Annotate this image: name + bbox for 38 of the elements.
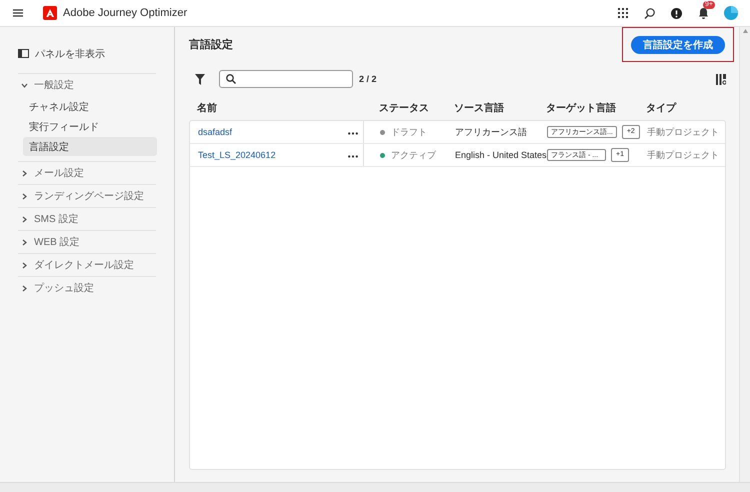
- status-text: アクティブ: [391, 148, 436, 162]
- section-header[interactable]: ダイレクトメール設定: [18, 254, 156, 276]
- column-header: 名前: [197, 102, 218, 115]
- name-link[interactable]: dsafadsf: [198, 127, 232, 137]
- section-header[interactable]: ランディングページ設定: [18, 185, 156, 207]
- status-text: ドラフト: [391, 126, 427, 138]
- section-header[interactable]: SMS 設定: [18, 208, 156, 230]
- section-header[interactable]: プッシュ設定: [18, 277, 156, 299]
- scrollbar[interactable]: [739, 27, 750, 482]
- page-title: 言語設定: [189, 38, 233, 52]
- source-language: アフリカーンス語: [455, 126, 528, 138]
- avatar-icon[interactable]: [724, 6, 738, 20]
- result-count: 2 / 2: [359, 74, 377, 84]
- name-link[interactable]: Test_LS_20240612: [198, 150, 276, 160]
- column-header: タイプ: [646, 101, 678, 115]
- hide-panel-button[interactable]: パネルを非表示: [18, 35, 111, 73]
- bell-icon: [698, 7, 709, 19]
- scrollbar[interactable]: [0, 482, 750, 492]
- sidebar-item[interactable]: 言語設定: [23, 137, 157, 156]
- search-field[interactable]: [219, 70, 353, 88]
- create-button[interactable]: 言語設定を作成: [631, 36, 725, 54]
- section-header[interactable]: WEB 設定: [18, 231, 156, 253]
- column-settings-icon[interactable]: [716, 74, 726, 84]
- type-text: 手動プロジェクト: [647, 148, 720, 162]
- sidebar-item[interactable]: チャネル設定: [23, 97, 157, 116]
- column-header: ターゲット言語: [546, 101, 617, 115]
- section-header[interactable]: 一般設定: [18, 74, 156, 96]
- search-icon: [226, 74, 236, 84]
- filter-icon[interactable]: [195, 74, 205, 84]
- logo-icon: [43, 6, 57, 20]
- sidebar-item[interactable]: 実行フィールド: [23, 117, 157, 136]
- section-header[interactable]: メール設定: [18, 162, 156, 184]
- column-header: ソース言語: [454, 101, 505, 115]
- app-title: Adobe Journey Optimizer: [63, 7, 188, 19]
- column-header: ステータス: [379, 102, 430, 115]
- panel-icon: [18, 49, 29, 58]
- type-text: 手動プロジェクト: [647, 126, 720, 138]
- source-language: English - United States: [455, 150, 547, 160]
